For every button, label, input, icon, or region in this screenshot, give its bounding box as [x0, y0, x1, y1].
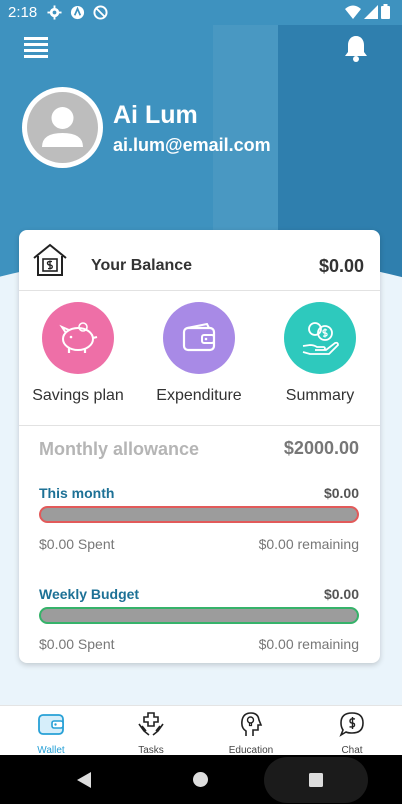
money-hand-icon — [302, 322, 339, 355]
menu-icon-line — [24, 55, 48, 58]
summary-button[interactable]: Summary — [265, 302, 375, 405]
savings-plan-circle — [42, 302, 114, 374]
status-time: 2:18 — [8, 4, 38, 21]
back-icon[interactable] — [76, 771, 92, 789]
wifi-icon — [345, 5, 361, 19]
status-bar: 2:18 — [0, 0, 402, 25]
divider — [19, 425, 380, 426]
savings-plan-button[interactable]: Savings plan — [23, 302, 133, 405]
weekly-budget-value: $0.00 — [323, 586, 359, 602]
tasks-hands-icon — [138, 712, 164, 736]
this-month-progress-bar — [39, 506, 359, 523]
piggy-bank-icon — [59, 322, 98, 353]
summary-label: Summary — [285, 387, 355, 404]
app-notification-icon — [70, 5, 85, 20]
this-month-spent: $0.00 Spent — [39, 536, 115, 552]
menu-icon-line — [24, 49, 48, 52]
balance-label: Your Balance — [91, 257, 193, 274]
avatar-placeholder — [27, 92, 98, 163]
signal-icon — [364, 4, 378, 19]
expenditure-circle — [163, 302, 235, 374]
chat-dollar-icon — [339, 712, 364, 737]
bottom-nav: Wallet Tasks Education Chat — [0, 705, 402, 756]
recents-icon[interactable] — [308, 772, 324, 788]
settings-icon — [47, 5, 62, 20]
house-money-icon — [33, 243, 67, 276]
nav-education[interactable]: Education — [216, 710, 286, 756]
monthly-allowance-label: Monthly allowance — [39, 439, 200, 459]
this-month-value: $0.00 — [323, 485, 359, 501]
balance-card: Your Balance $0.00 Savings plan Expendit… — [19, 230, 380, 663]
monthly-allowance-value: $2000.00 — [283, 438, 359, 458]
wallet-icon — [182, 323, 216, 352]
nav-wallet[interactable]: Wallet — [16, 710, 86, 756]
user-name: Ai Lum — [113, 101, 198, 129]
balance-value: $0.00 — [318, 256, 364, 276]
expenditure-button[interactable]: Expenditure — [144, 302, 254, 405]
user-silhouette-icon — [42, 107, 83, 147]
menu-button[interactable] — [24, 37, 48, 59]
savings-plan-label: Savings plan — [32, 387, 124, 404]
nav-chat[interactable]: Chat — [317, 710, 387, 756]
avatar[interactable] — [22, 87, 103, 168]
system-nav-bar — [0, 755, 402, 804]
summary-circle — [284, 302, 356, 374]
menu-icon-line — [24, 43, 48, 46]
wallet-icon — [38, 714, 64, 735]
sync-icon — [93, 5, 108, 20]
user-email: ai.lum@email.com — [113, 135, 271, 155]
weekly-budget-progress-bar — [39, 607, 359, 624]
weekly-budget-remaining: $0.00 remaining — [258, 636, 359, 652]
home-icon[interactable] — [192, 771, 209, 788]
weekly-budget-spent: $0.00 Spent — [39, 636, 115, 652]
this-month-remaining: $0.00 remaining — [258, 536, 359, 552]
bell-icon[interactable] — [343, 34, 369, 62]
head-idea-icon — [241, 712, 263, 736]
divider — [19, 290, 380, 291]
nav-tasks[interactable]: Tasks — [116, 710, 186, 756]
weekly-budget-title: Weekly Budget — [39, 586, 140, 602]
menu-icon-line — [24, 37, 48, 40]
battery-icon — [381, 4, 390, 19]
expenditure-label: Expenditure — [156, 387, 242, 404]
this-month-title: This month — [39, 485, 115, 501]
